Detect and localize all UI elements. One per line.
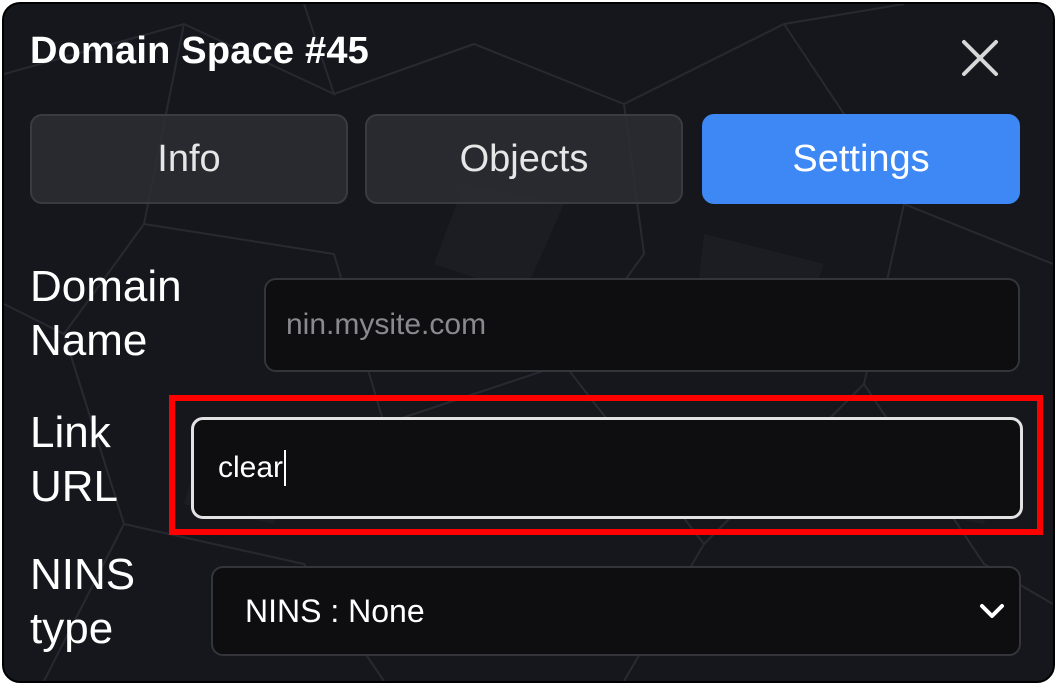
tab-objects-label: Objects [459,137,589,180]
dialog-title: Domain Space #45 [30,30,370,72]
nins-type-label-line1: NINS [30,550,136,599]
close-button[interactable] [956,34,1004,82]
nins-type-label-line2: type [30,604,114,653]
nins-type-selected: NINS : None [245,592,425,629]
link-url-label: Link URL [30,406,118,514]
tab-objects[interactable]: Objects [365,114,683,204]
nins-type-label: NINS type [30,548,135,656]
nins-type-select[interactable]: NINS : None [211,566,1021,656]
domain-name-label-line2: Name [30,316,148,365]
link-url-input[interactable]: clear [191,417,1023,519]
close-icon [962,40,998,76]
tab-settings-label: Settings [792,137,930,180]
domain-name-label-line1: Domain [30,262,182,311]
domain-name-field[interactable]: nin.mysite.com [264,278,1020,372]
domain-space-dialog: Domain Space #45 Info Objects Settings D… [2,2,1055,683]
link-url-label-line1: Link [30,408,111,457]
tab-settings[interactable]: Settings [702,114,1020,204]
link-url-value: clear [218,451,284,484]
tab-info[interactable]: Info [30,114,348,204]
link-url-label-line2: URL [30,462,119,511]
text-caret [284,450,287,486]
domain-name-placeholder: nin.mysite.com [286,308,487,341]
chevron-down-icon [980,604,1004,618]
tab-info-label: Info [157,137,221,180]
domain-name-label: Domain Name [30,260,182,368]
